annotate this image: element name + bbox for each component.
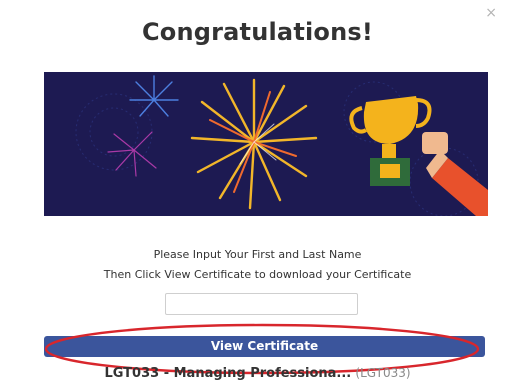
course-code: (LGT033) <box>355 366 411 380</box>
fireworks-illustration <box>75 75 488 216</box>
dialog-title: Congratulations! <box>141 18 374 46</box>
instruction-line-1: Please Input Your First and Last Name <box>153 248 362 261</box>
instruction-line-2: Then Click View Certificate to download … <box>103 268 412 281</box>
name-input[interactable] <box>165 293 358 315</box>
course-label: LGT033 - Managing Professiona... (LGT033… <box>0 366 515 381</box>
congratulations-banner <box>44 72 488 216</box>
course-name: LGT033 - Managing Professiona... <box>104 366 352 381</box>
view-certificate-button[interactable]: View Certificate <box>44 336 485 357</box>
trophy-icon <box>349 96 488 216</box>
